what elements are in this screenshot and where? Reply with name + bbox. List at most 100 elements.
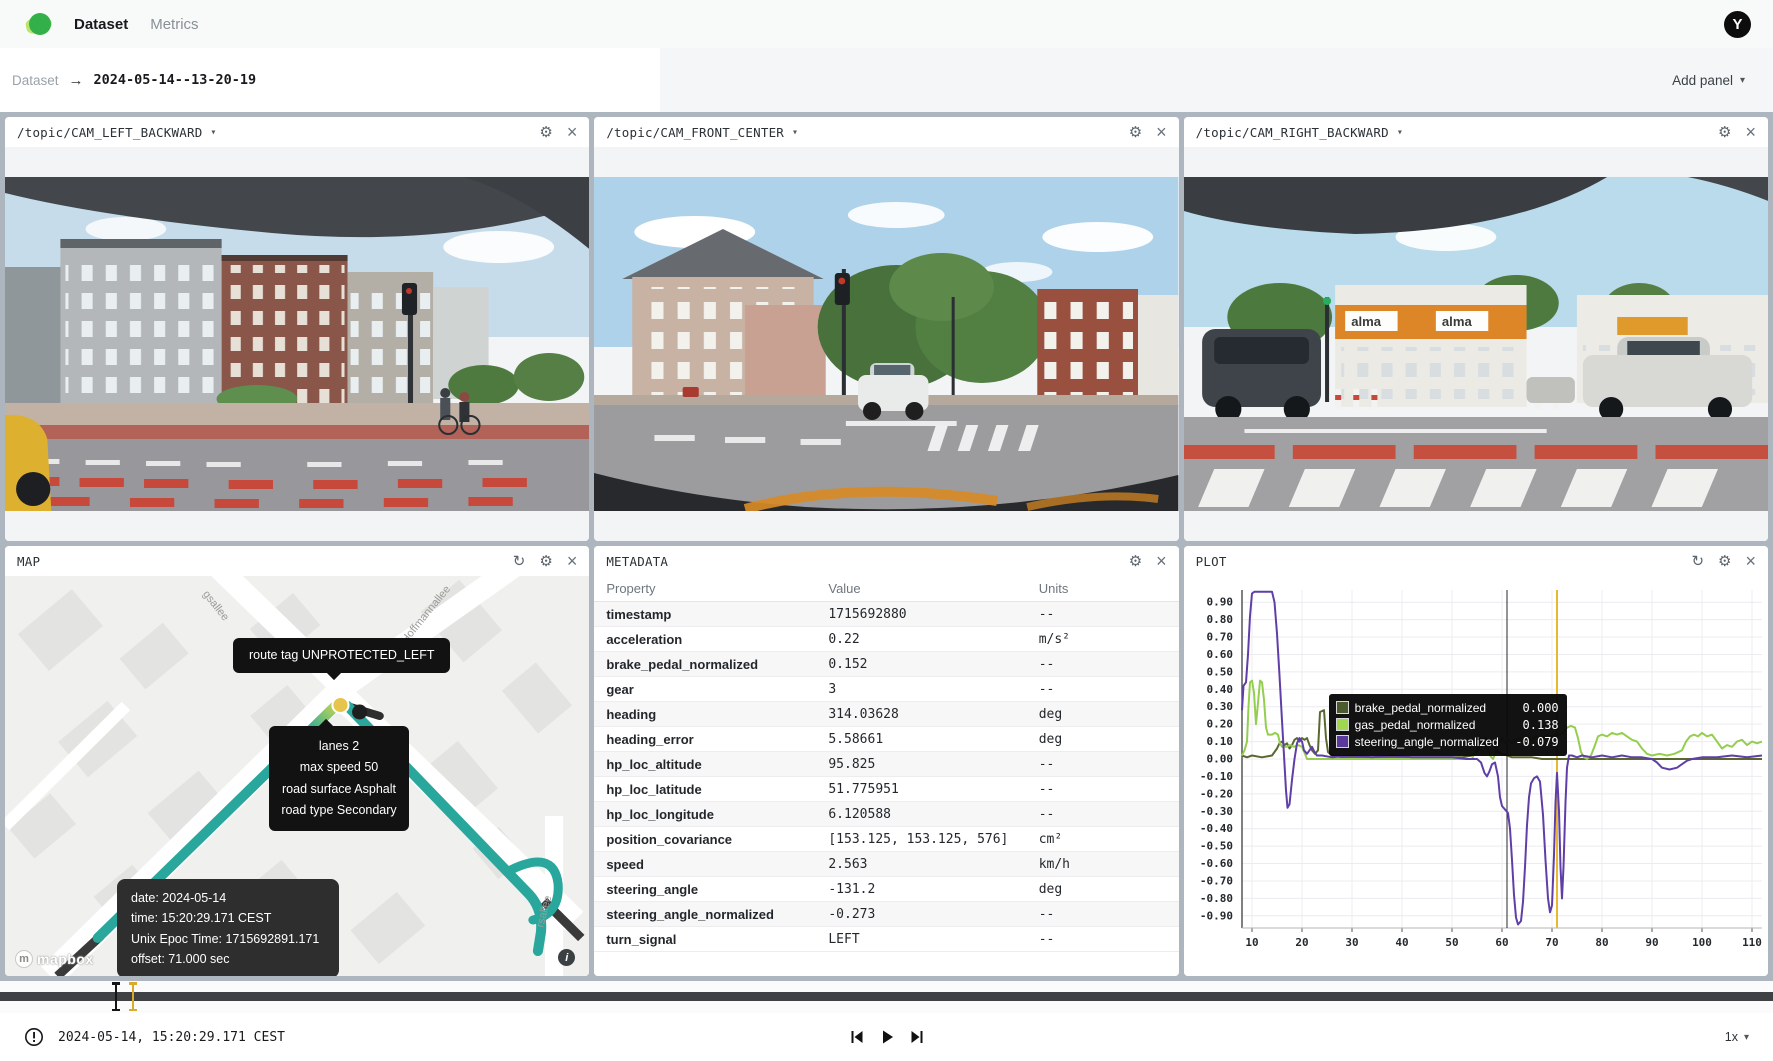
- svg-text:40: 40: [1395, 936, 1408, 949]
- cell-val: 5.58661: [816, 727, 1026, 752]
- playback-bar: 2024-05-14, 15:20:29.171 CEST 1x ▾: [0, 1013, 1773, 1061]
- refresh-icon[interactable]: ↻: [513, 554, 526, 569]
- cell-prop: gear: [594, 677, 816, 702]
- table-row: turn_signalLEFT--: [594, 927, 1178, 952]
- map-tooltip-datetime: date: 2024-05-14 time: 15:20:29.171 CEST…: [117, 879, 339, 976]
- svg-text:30: 30: [1345, 936, 1358, 949]
- cell-prop: speed: [594, 852, 816, 877]
- gear-icon[interactable]: ⚙: [1718, 554, 1731, 569]
- table-row: acceleration0.22m/s²: [594, 627, 1178, 652]
- map-marker-vehicle[interactable]: [332, 697, 348, 713]
- map-marker-secondary[interactable]: [352, 705, 367, 720]
- chevron-down-icon: ▾: [1740, 75, 1745, 86]
- playback-speed-control[interactable]: 1x ▾: [1725, 1030, 1749, 1044]
- gear-icon[interactable]: ⚙: [539, 125, 552, 140]
- camera-image-cam-front: [594, 147, 1178, 541]
- cell-unit: deg: [1027, 727, 1179, 752]
- table-row: speed2.563km/h: [594, 852, 1178, 877]
- alert-icon[interactable]: [24, 1027, 44, 1047]
- legend-swatch: [1336, 718, 1349, 731]
- topic-selector-cam-right[interactable]: /topic/CAM_RIGHT_BACKWARD ▾: [1196, 125, 1403, 140]
- col-header-property: Property: [594, 576, 816, 602]
- panel-map: MAP ↻ ⚙ ×: [5, 546, 589, 976]
- metadata-panel-title: METADATA: [606, 554, 668, 569]
- svg-text:0.00: 0.00: [1206, 753, 1233, 766]
- close-icon[interactable]: ×: [567, 123, 578, 141]
- cell-prop: brake_pedal_normalized: [594, 652, 816, 677]
- svg-text:0.80: 0.80: [1206, 613, 1233, 626]
- topic-selector-cam-left[interactable]: /topic/CAM_LEFT_BACKWARD ▾: [17, 125, 217, 140]
- camera-scene-front: [594, 177, 1178, 511]
- mapbox-icon: m: [15, 950, 33, 968]
- cell-val: 2.563: [816, 852, 1026, 877]
- cell-val: 51.775951: [816, 777, 1026, 802]
- close-icon[interactable]: ×: [1156, 123, 1167, 141]
- svg-text:90: 90: [1645, 936, 1658, 949]
- skip-to-end-button[interactable]: [909, 1029, 925, 1045]
- breadcrumb-arrow-icon: →: [69, 72, 84, 89]
- panel-cam-front-center: /topic/CAM_FRONT_CENTER ▾ ⚙ ×: [594, 117, 1178, 541]
- mapbox-attribution[interactable]: m mapbox: [15, 950, 94, 968]
- panel-cam-right-backward: /topic/CAM_RIGHT_BACKWARD ▾ ⚙ ×: [1184, 117, 1768, 541]
- table-row: position_covariance[153.125, 153.125, 57…: [594, 827, 1178, 852]
- cell-val: 0.152: [816, 652, 1026, 677]
- svg-text:-0.40: -0.40: [1200, 822, 1233, 835]
- close-icon[interactable]: ×: [1745, 123, 1756, 141]
- table-row: hp_loc_latitude51.775951--: [594, 777, 1178, 802]
- panel-grid: /topic/CAM_LEFT_BACKWARD ▾ ⚙ ×: [0, 112, 1773, 981]
- table-row: hp_loc_longitude6.120588--: [594, 802, 1178, 827]
- cell-unit: --: [1027, 677, 1179, 702]
- svg-text:0.50: 0.50: [1206, 665, 1233, 678]
- cell-prop: position_covariance: [594, 827, 816, 852]
- camera-image-cam-right: alma alma: [1184, 147, 1768, 541]
- tab-metrics[interactable]: Metrics: [150, 16, 198, 33]
- close-icon[interactable]: ×: [1745, 552, 1756, 570]
- line-chart[interactable]: 0.900.800.700.600.500.400.300.200.100.00…: [1184, 576, 1768, 974]
- panel-title-label: PLOT: [1196, 554, 1227, 569]
- add-panel-button[interactable]: Add panel ▾: [1672, 73, 1745, 88]
- svg-text:-0.90: -0.90: [1200, 909, 1233, 922]
- play-button[interactable]: [879, 1029, 895, 1045]
- table-row: heading_error5.58661deg: [594, 727, 1178, 752]
- cell-prop: hp_loc_altitude: [594, 752, 816, 777]
- gear-icon[interactable]: ⚙: [1718, 125, 1731, 140]
- refresh-icon[interactable]: ↻: [1691, 554, 1704, 569]
- svg-text:10: 10: [1245, 936, 1258, 949]
- close-icon[interactable]: ×: [567, 552, 578, 570]
- skip-to-start-button[interactable]: [849, 1029, 865, 1045]
- map-panel-title: MAP: [17, 554, 40, 569]
- svg-text:-0.50: -0.50: [1200, 840, 1233, 853]
- close-icon[interactable]: ×: [1156, 552, 1167, 570]
- panel-metadata: METADATA ⚙ × Property Value Units timest…: [594, 546, 1178, 976]
- gear-icon[interactable]: ⚙: [1129, 125, 1142, 140]
- tab-dataset[interactable]: Dataset: [74, 16, 128, 33]
- cell-prop: hp_loc_longitude: [594, 802, 816, 827]
- timeline-track[interactable]: [0, 992, 1773, 1001]
- map-canvas[interactable]: gsallee Hoffmannallee rsallee route tag …: [5, 576, 589, 976]
- metadata-table: Property Value Units timestamp1715692880…: [594, 576, 1178, 952]
- cell-prop: timestamp: [594, 602, 816, 627]
- plot-panel-title: PLOT: [1196, 554, 1227, 569]
- topic-selector-cam-front[interactable]: /topic/CAM_FRONT_CENTER ▾: [606, 125, 798, 140]
- app-logo-icon[interactable]: [26, 11, 56, 37]
- cell-prop: heading: [594, 702, 816, 727]
- playback-timestamp: 2024-05-14, 15:20:29.171 CEST: [58, 1030, 285, 1045]
- timeline-playhead-handle[interactable]: [127, 982, 139, 1011]
- gear-icon[interactable]: ⚙: [1129, 554, 1142, 569]
- svg-text:110: 110: [1742, 936, 1762, 949]
- breadcrumb-root[interactable]: Dataset: [12, 73, 59, 88]
- timeline-hover-handle[interactable]: [110, 982, 122, 1011]
- plot-legend-tooltip: brake_pedal_normalized0.000gas_pedal_nor…: [1329, 694, 1567, 756]
- cell-val: [153.125, 153.125, 576]: [816, 827, 1026, 852]
- user-avatar[interactable]: Y: [1724, 11, 1751, 38]
- timeline: [0, 981, 1773, 1013]
- cell-val: 6.120588: [816, 802, 1026, 827]
- chevron-down-icon: ▾: [792, 127, 798, 138]
- gear-icon[interactable]: ⚙: [539, 554, 552, 569]
- chevron-down-icon: ▾: [1397, 127, 1403, 138]
- table-row: steering_angle-131.2deg: [594, 877, 1178, 902]
- panel-title-label: MAP: [17, 554, 40, 569]
- plot-area[interactable]: 0.900.800.700.600.500.400.300.200.100.00…: [1184, 576, 1768, 976]
- time-line: time: 15:20:29.171 CEST: [131, 908, 325, 928]
- table-row: hp_loc_altitude95.825--: [594, 752, 1178, 777]
